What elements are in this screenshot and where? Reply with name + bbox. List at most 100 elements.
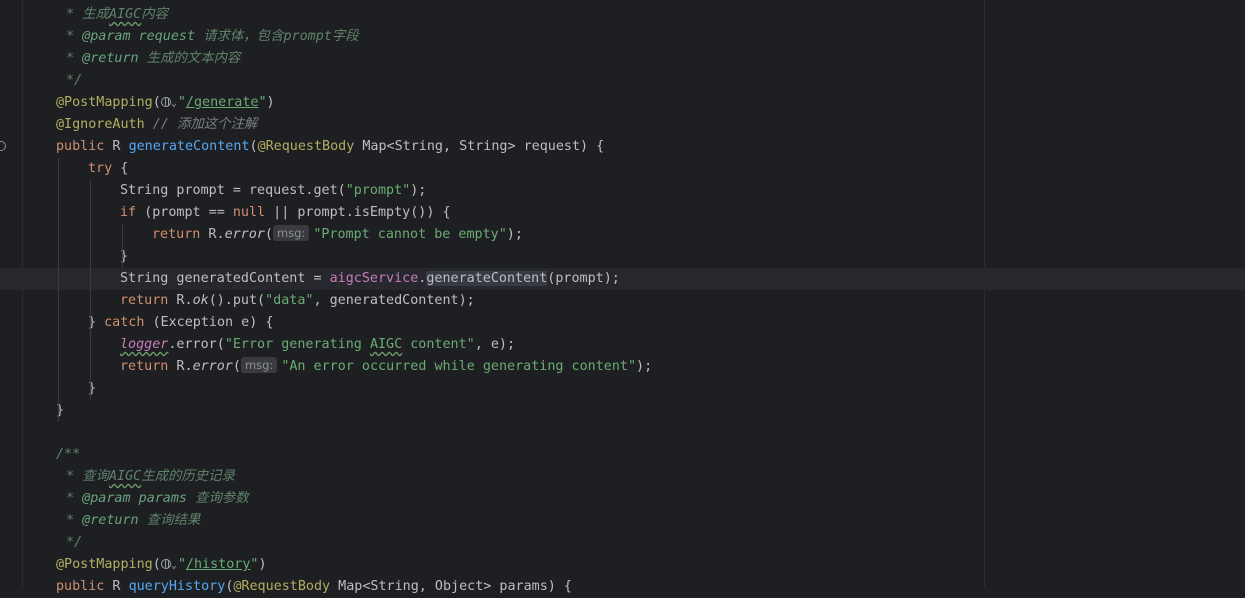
code-token: String generatedContent = <box>120 271 330 286</box>
code-token: ( <box>232 359 241 374</box>
code-token: @return <box>82 513 139 528</box>
code-text: /** <box>56 444 80 466</box>
code-token: * <box>58 513 83 528</box>
code-token: 添加这个注解 <box>176 117 258 132</box>
code-token: null <box>232 205 266 220</box>
code-token: generateContent <box>128 139 250 154</box>
code-token: public <box>56 139 105 154</box>
code-token: 内容 <box>141 7 168 22</box>
code-text: * 查询AIGC生成的历史记录 <box>58 466 235 488</box>
code-line[interactable]: public R queryHistory(@RequestBody Map<S… <box>0 576 1245 598</box>
code-line[interactable] <box>0 422 1245 444</box>
code-line[interactable]: return R.ok().put("data", generatedConte… <box>0 290 1245 312</box>
code-token: return <box>152 227 201 242</box>
code-token: aigcService <box>329 271 419 286</box>
code-line[interactable]: * @param request 请求体，包含prompt字段 <box>0 26 1245 48</box>
code-text: @IgnoreAuth // 添加这个注解 <box>56 114 257 136</box>
code-text: * @return 查询结果 <box>58 510 200 532</box>
code-token: params <box>130 491 187 506</box>
code-token: ( <box>264 227 273 242</box>
code-token: */ <box>58 535 83 550</box>
code-token: ); <box>410 183 427 198</box>
code-token: @param <box>82 491 131 506</box>
code-line[interactable]: @IgnoreAuth // 添加这个注解 <box>0 114 1245 136</box>
code-token: , generatedContent); <box>313 293 475 308</box>
code-line[interactable]: } <box>0 400 1245 422</box>
code-token: 生成的文本内容 <box>138 51 241 66</box>
code-text: String generatedContent = aigcService.ge… <box>120 268 620 290</box>
code-line[interactable]: try { <box>0 158 1245 180</box>
code-token: @return <box>82 51 139 66</box>
code-line[interactable]: } catch (Exception e) { <box>0 312 1245 334</box>
code-token: String prompt = request.get( <box>120 183 346 198</box>
code-token: AIGC <box>108 7 142 22</box>
code-line[interactable]: */ <box>0 70 1245 92</box>
code-line[interactable]: } <box>0 246 1245 268</box>
code-line[interactable]: return R.error(msg: "Prompt cannot be emp… <box>0 224 1245 246</box>
chevron-down-icon[interactable]: ⌄ <box>171 98 177 109</box>
code-text: */ <box>58 70 82 92</box>
code-token: /** <box>56 447 81 462</box>
code-text: public R generateContent(@RequestBody Ma… <box>56 136 604 158</box>
code-token: "Error generating <box>224 337 370 352</box>
code-token: * <box>58 51 83 66</box>
code-token: "Prompt cannot be empty" <box>313 227 507 242</box>
code-text: } catch (Exception e) { <box>88 312 273 334</box>
code-token: " <box>258 95 267 110</box>
code-line[interactable]: return R.error(msg: "An error occurred wh… <box>0 356 1245 378</box>
code-token: return <box>120 359 169 374</box>
code-text: * @param params 查询参数 <box>58 488 249 510</box>
code-text: return R.ok().put("data", generatedConte… <box>120 290 475 312</box>
code-text: try { <box>88 158 128 180</box>
code-token: AIGC <box>108 469 142 484</box>
code-token: R. <box>200 227 225 242</box>
code-line[interactable]: /** <box>0 444 1245 466</box>
code-token: R. <box>168 293 193 308</box>
code-token: 生成的历史记录 <box>141 469 235 484</box>
code-line[interactable]: * @return 查询结果 <box>0 510 1245 532</box>
code-line[interactable]: * 生成AIGC内容 <box>0 4 1245 26</box>
code-token: ( <box>152 95 161 110</box>
code-line[interactable]: String generatedContent = aigcService.ge… <box>0 268 1245 290</box>
code-token: 请求体，包含prompt字段 <box>195 29 359 44</box>
code-token: ); <box>636 359 653 374</box>
code-token: ( <box>249 139 258 154</box>
code-token: @IgnoreAuth <box>56 117 145 132</box>
code-token: Map<String, String> request) { <box>354 139 605 154</box>
param-hint: msg: <box>272 225 310 241</box>
globe-icon[interactable] <box>160 559 171 569</box>
code-editor[interactable]: * 生成AIGC内容 * @param request 请求体，包含prompt… <box>0 0 1245 594</box>
code-token: "prompt" <box>345 183 411 198</box>
code-line[interactable]: public R generateContent(@RequestBody Ma… <box>0 136 1245 158</box>
code-token: ); <box>506 227 523 242</box>
code-text: return R.error(msg: "Prompt cannot be emp… <box>152 224 523 246</box>
code-line[interactable]: logger.error("Error generating AIGC cont… <box>0 334 1245 356</box>
code-line[interactable]: * @return 生成的文本内容 <box>0 48 1245 70</box>
code-token: R. <box>168 359 193 374</box>
code-line[interactable]: } <box>0 378 1245 400</box>
code-text: if (prompt == null || prompt.isEmpty()) … <box>120 202 451 224</box>
code-text: * @param request 请求体，包含prompt字段 <box>58 26 359 48</box>
code-token: */ <box>58 73 83 88</box>
chevron-down-icon[interactable]: ⌄ <box>171 560 177 571</box>
code-line[interactable]: @PostMapping(⌄"/history") <box>0 554 1245 576</box>
code-token: (prompt == <box>136 205 233 220</box>
code-text: public R queryHistory(@RequestBody Map<S… <box>56 576 572 598</box>
code-token: ().put( <box>208 293 266 308</box>
code-token: generateContent <box>426 271 548 286</box>
code-line[interactable]: * 查询AIGC生成的历史记录 <box>0 466 1245 488</box>
globe-icon[interactable] <box>160 97 171 107</box>
code-token: " <box>177 557 186 572</box>
code-line[interactable]: */ <box>0 532 1245 554</box>
code-line[interactable]: String prompt = request.get("prompt"); <box>0 180 1245 202</box>
code-line[interactable]: if (prompt == null || prompt.isEmpty()) … <box>0 202 1245 224</box>
code-token: AIGC <box>369 337 403 352</box>
indent-guide <box>122 224 123 268</box>
code-token: , e); <box>474 337 516 352</box>
code-token: (Exception e) { <box>144 315 274 330</box>
code-line[interactable]: @PostMapping(⌄"/generate") <box>0 92 1245 114</box>
code-token: "An error occurred while generating cont… <box>281 359 637 374</box>
code-line[interactable]: * @param params 查询参数 <box>0 488 1245 510</box>
code-token: 查询参数 <box>187 491 249 506</box>
code-token: @PostMapping <box>56 557 153 572</box>
